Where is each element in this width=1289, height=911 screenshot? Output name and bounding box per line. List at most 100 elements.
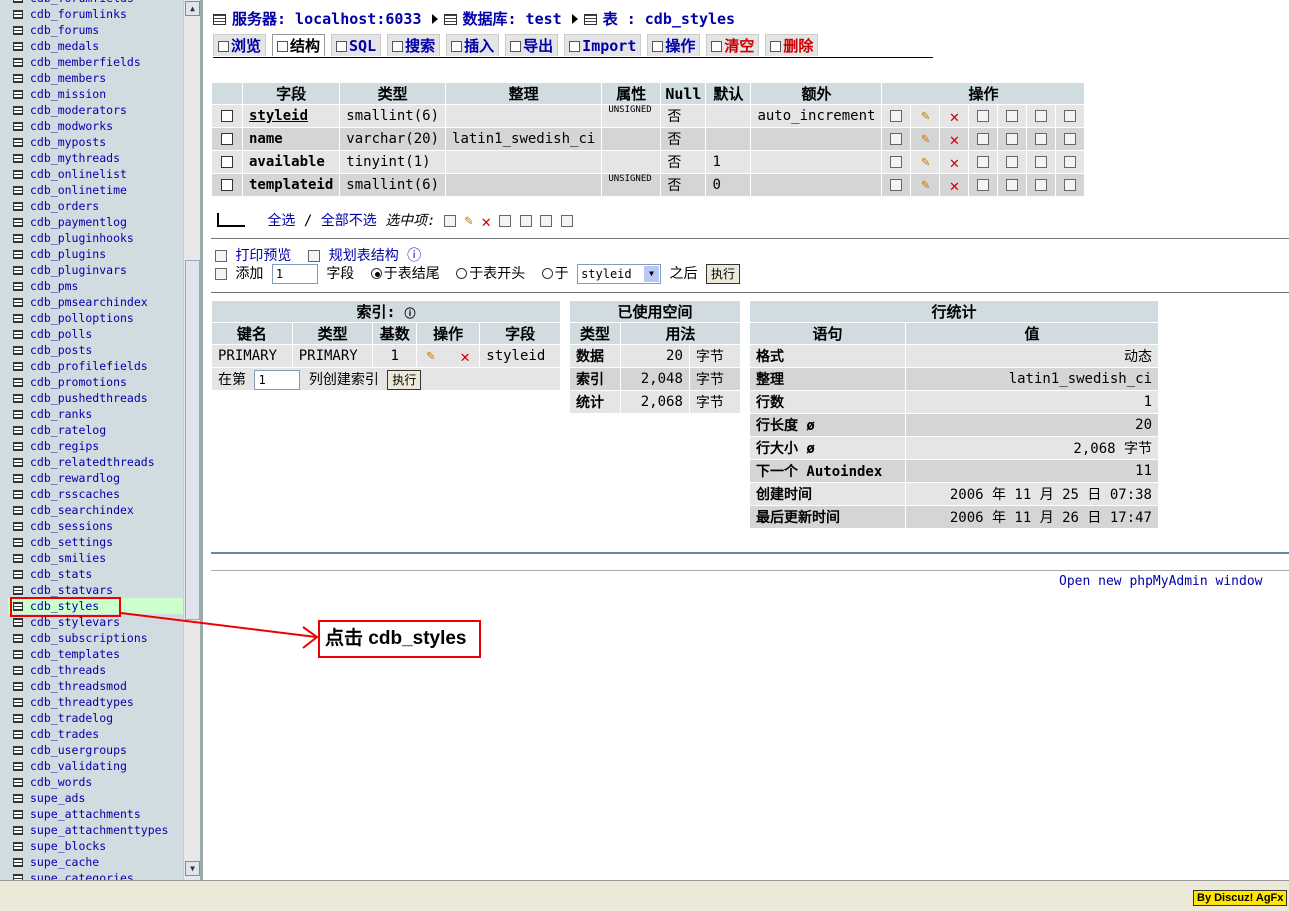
table-icon[interactable] [13, 650, 23, 659]
table-list-item[interactable]: cdb_paymentlog [8, 214, 183, 230]
table-list-item-label[interactable]: cdb_rsscaches [30, 487, 120, 501]
fulltext-icon[interactable] [1064, 110, 1077, 122]
table-list-item[interactable]: cdb_modworks [8, 118, 183, 134]
table-list-item-label[interactable]: supe_categories [30, 871, 134, 880]
table-icon[interactable] [13, 0, 23, 3]
table-list-item[interactable]: cdb_threadtypes [8, 694, 183, 710]
table-list-item[interactable]: cdb_relatedthreads [8, 454, 183, 470]
action-cell[interactable]: ✕ [940, 174, 969, 196]
table-list-item[interactable]: cdb_templates [8, 646, 183, 662]
table-list-item[interactable]: cdb_mythreads [8, 150, 183, 166]
table-list-item-label[interactable]: cdb_words [30, 775, 92, 789]
table-list-item-label[interactable]: supe_cache [30, 855, 99, 869]
action-cell[interactable]: ✕ [940, 105, 969, 127]
table-list-item[interactable]: cdb_mission [8, 86, 183, 102]
unique-selected-icon[interactable] [519, 215, 532, 227]
after-radio[interactable] [541, 268, 553, 279]
table-icon[interactable] [13, 394, 23, 403]
chevron-down-icon[interactable]: ▼ [644, 266, 660, 282]
drop-icon[interactable]: ✕ [950, 130, 960, 149]
table-icon[interactable] [13, 314, 23, 323]
table-icon[interactable] [13, 90, 23, 99]
action-cell[interactable] [1056, 174, 1085, 196]
table-list-item[interactable]: cdb_smilies [8, 550, 183, 566]
action-cell[interactable] [1027, 128, 1056, 150]
table-icon[interactable] [13, 634, 23, 643]
index-icon[interactable] [1035, 110, 1048, 122]
table-list-item[interactable]: cdb_rewardlog [8, 470, 183, 486]
table-list-item[interactable]: cdb_validating [8, 758, 183, 774]
action-cell[interactable] [882, 151, 911, 173]
action-cell[interactable]: ✕ [940, 151, 969, 173]
row-checkbox[interactable] [221, 179, 233, 191]
table-list-item-label[interactable]: cdb_modworks [30, 119, 113, 133]
table-icon[interactable] [13, 858, 23, 867]
table-list-item-label[interactable]: cdb_posts [30, 343, 92, 357]
table-icon[interactable] [13, 714, 23, 723]
table-list-item[interactable]: supe_categories [8, 870, 183, 880]
table-icon[interactable] [13, 138, 23, 147]
table-list-item[interactable]: cdb_medals [8, 38, 183, 54]
table-list-item[interactable]: cdb_memberfields [8, 54, 183, 70]
table-list-item-label[interactable]: cdb_mission [30, 87, 106, 101]
table-icon[interactable] [13, 442, 23, 451]
fulltext-icon[interactable] [1064, 156, 1077, 168]
add-go-button[interactable]: 执行 [705, 264, 740, 284]
edit-selected-icon[interactable]: ✎ [465, 213, 473, 229]
browse-icon[interactable] [890, 133, 903, 145]
unique-icon[interactable] [1006, 179, 1019, 191]
unique-icon[interactable] [1006, 156, 1019, 168]
browse-icon[interactable] [890, 179, 903, 191]
action-cell[interactable] [882, 174, 911, 196]
table-list-item[interactable]: cdb_usergroups [8, 742, 183, 758]
table-icon[interactable] [13, 74, 23, 83]
action-cell[interactable]: ✎ [911, 128, 940, 150]
table-list-item-label[interactable]: supe_attachmenttypes [30, 823, 168, 837]
tab-import[interactable]: Import [564, 34, 642, 56]
drop-icon[interactable]: ✕ [950, 107, 960, 126]
fulltext-icon[interactable] [1064, 133, 1077, 145]
row-checkbox[interactable] [221, 133, 233, 145]
action-cell[interactable] [1056, 105, 1085, 127]
index-icon[interactable] [1035, 156, 1048, 168]
table-list-item-label[interactable]: cdb_onlinelist [30, 167, 127, 181]
row-checkbox[interactable] [221, 156, 233, 168]
table-icon[interactable] [13, 554, 23, 563]
table-icon[interactable] [13, 122, 23, 131]
table-list-item-label[interactable]: cdb_pluginvars [30, 263, 127, 277]
table-list-item-label[interactable]: supe_ads [30, 791, 85, 805]
primary-selected-icon[interactable] [499, 215, 512, 227]
action-cell[interactable] [969, 151, 998, 173]
table-list-item[interactable]: cdb_forums [8, 22, 183, 38]
index-icon[interactable] [1035, 179, 1048, 191]
table-list-item-label[interactable]: cdb_polloptions [30, 311, 134, 325]
table-icon[interactable] [13, 506, 23, 515]
edit-icon[interactable]: ✎ [921, 108, 929, 124]
table-icon[interactable] [13, 346, 23, 355]
drop-icon[interactable]: ✕ [950, 153, 960, 172]
table-list-item-label[interactable]: cdb_onlinetime [30, 183, 127, 197]
table-list-item-label[interactable]: cdb_stats [30, 567, 92, 581]
table-list-item[interactable]: cdb_stats [8, 566, 183, 582]
propose-structure-link[interactable]: 规划表结构 [329, 248, 399, 264]
table-icon[interactable] [13, 42, 23, 51]
table-list-item[interactable]: cdb_pms [8, 278, 183, 294]
action-cell[interactable] [882, 128, 911, 150]
scroll-down-button[interactable]: ▼ [185, 861, 200, 876]
table-list-item[interactable]: cdb_tradelog [8, 710, 183, 726]
action-cell[interactable] [969, 174, 998, 196]
fulltext-icon[interactable] [1064, 179, 1077, 191]
table-list-item-label[interactable]: cdb_mythreads [30, 151, 120, 165]
tab-empty[interactable]: 清空 [706, 34, 760, 56]
table-list-item-label[interactable]: cdb_ranks [30, 407, 92, 421]
primary-icon[interactable] [977, 110, 990, 122]
index-selected-icon[interactable] [540, 215, 553, 227]
table-list-item-label[interactable]: cdb_threads [30, 663, 106, 677]
breadcrumb-server[interactable]: 服务器: localhost:6033 [232, 10, 422, 28]
breadcrumb-table[interactable]: 表 : cdb_styles [603, 10, 735, 28]
action-cell[interactable] [998, 151, 1027, 173]
help-icon[interactable]: ⓘ [407, 248, 421, 264]
browse-icon[interactable] [890, 156, 903, 168]
table-icon[interactable] [13, 58, 23, 67]
table-list-item[interactable]: supe_attachmenttypes [8, 822, 183, 838]
